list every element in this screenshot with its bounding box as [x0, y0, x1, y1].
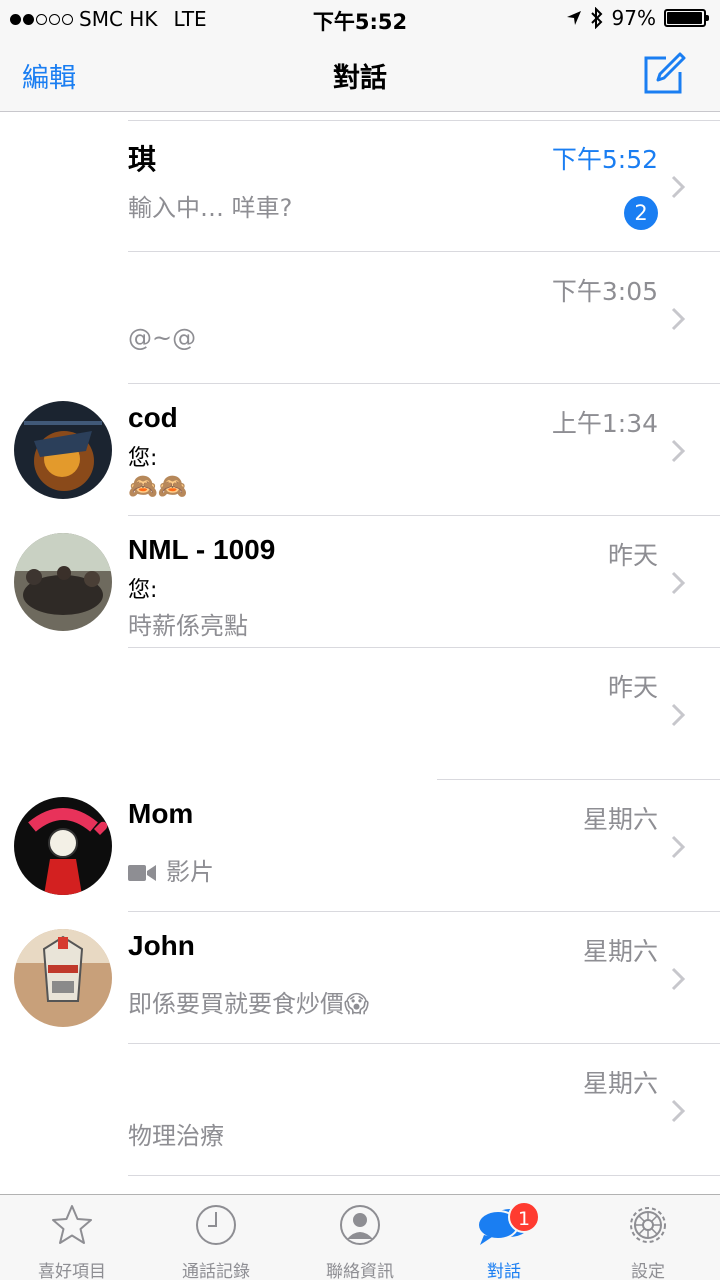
- chevron-right-icon: [671, 439, 686, 463]
- conversation-row[interactable]: 昨天: [0, 648, 720, 780]
- sender-label: 您:: [128, 578, 158, 603]
- avatar: [14, 401, 112, 499]
- message-preview: 即係要買就要食炒價😱: [128, 990, 370, 1018]
- chevron-right-icon: [671, 967, 686, 991]
- tab-label: 通話記錄: [182, 1262, 250, 1280]
- message-time: 下午3:05: [551, 277, 658, 306]
- avatar: [14, 797, 112, 895]
- tab-label: 對話: [487, 1262, 521, 1280]
- message-time: 星期六: [582, 805, 658, 834]
- battery-percent: 97%: [611, 6, 656, 30]
- status-bar: SMC HK LTE 下午5:52 97%: [0, 0, 720, 40]
- chevron-right-icon: [671, 307, 686, 331]
- contact-icon: [340, 1205, 380, 1245]
- message-preview: 影片: [166, 858, 214, 886]
- nav-bar: 編輯 對話: [0, 40, 720, 112]
- compose-icon[interactable]: [642, 50, 688, 96]
- sender-label: 您:: [128, 446, 158, 471]
- tab-label: 喜好項目: [38, 1262, 106, 1280]
- bluetooth-icon: [590, 7, 602, 29]
- conversation-row[interactable]: John 星期六 即係要買就要食炒價😱: [0, 912, 720, 1044]
- conversation-row[interactable]: Mom 星期六 影片: [0, 780, 720, 912]
- video-camera-icon: [128, 865, 156, 881]
- tab-conversations[interactable]: 1 對話: [432, 1195, 576, 1280]
- message-time: 昨天: [607, 673, 658, 702]
- avatar: [14, 929, 112, 1027]
- tab-label: 設定: [631, 1262, 665, 1280]
- page-title: 對話: [333, 63, 387, 94]
- message-time: 昨天: [607, 541, 658, 570]
- message-preview: 時薪係亮點: [128, 612, 248, 640]
- message-preview: 物理治療: [128, 1122, 224, 1150]
- unread-badge: 2: [624, 196, 658, 230]
- conversation-row[interactable]: 琪 下午5:52 輸入中… 咩車? 2: [0, 120, 720, 252]
- tab-recents[interactable]: 通話記錄: [144, 1195, 288, 1280]
- clock-icon: [196, 1205, 236, 1245]
- chevron-right-icon: [671, 175, 686, 199]
- tab-label: 聯絡資訊: [326, 1262, 394, 1280]
- contact-name: 琪: [128, 144, 157, 175]
- chevron-right-icon: [671, 835, 686, 859]
- tab-bar: 喜好項目 通話記錄 聯絡資訊 1 對話 設定: [0, 1194, 720, 1280]
- message-preview-row: 影片: [128, 852, 214, 887]
- tab-settings[interactable]: 設定: [576, 1195, 720, 1280]
- chevron-right-icon: [671, 703, 686, 727]
- location-arrow-icon: [566, 11, 581, 25]
- contact-name: NML - 1009: [128, 534, 276, 565]
- message-time: 上午1:34: [551, 409, 658, 438]
- contact-name: cod: [128, 402, 178, 433]
- notification-badge: 1: [508, 1201, 540, 1233]
- conversation-row[interactable]: cod 上午1:34 您: 🙈🙈: [0, 384, 720, 516]
- star-icon: [52, 1205, 92, 1244]
- message-preview: 輸入中… 咩車?: [128, 194, 293, 222]
- conversation-row[interactable]: 下午3:05 @~@: [0, 252, 720, 384]
- tab-contacts[interactable]: 聯絡資訊: [288, 1195, 432, 1280]
- avatar: [14, 533, 112, 631]
- contact-name: John: [128, 930, 195, 961]
- message-preview: @~@: [128, 324, 197, 352]
- message-time: 星期六: [582, 937, 658, 966]
- gear-icon: [630, 1207, 666, 1243]
- battery-icon: [664, 9, 709, 27]
- conversation-row[interactable]: NML - 1009 昨天 您: 時薪係亮點: [0, 516, 720, 648]
- conversation-list[interactable]: 琪 下午5:52 輸入中… 咩車? 2 下午3:05 @~@ cod 上午1:3…: [0, 112, 720, 1194]
- chevron-right-icon: [671, 571, 686, 595]
- tab-favorites[interactable]: 喜好項目: [0, 1195, 144, 1280]
- status-right: 97%: [566, 6, 709, 30]
- conversation-row[interactable]: 星期六 物理治療: [0, 1044, 720, 1176]
- message-time: 星期六: [582, 1069, 658, 1098]
- message-preview: 🙈🙈: [128, 472, 188, 500]
- contact-name: Mom: [128, 798, 194, 829]
- message-time: 下午5:52: [551, 145, 658, 174]
- chevron-right-icon: [671, 1099, 686, 1123]
